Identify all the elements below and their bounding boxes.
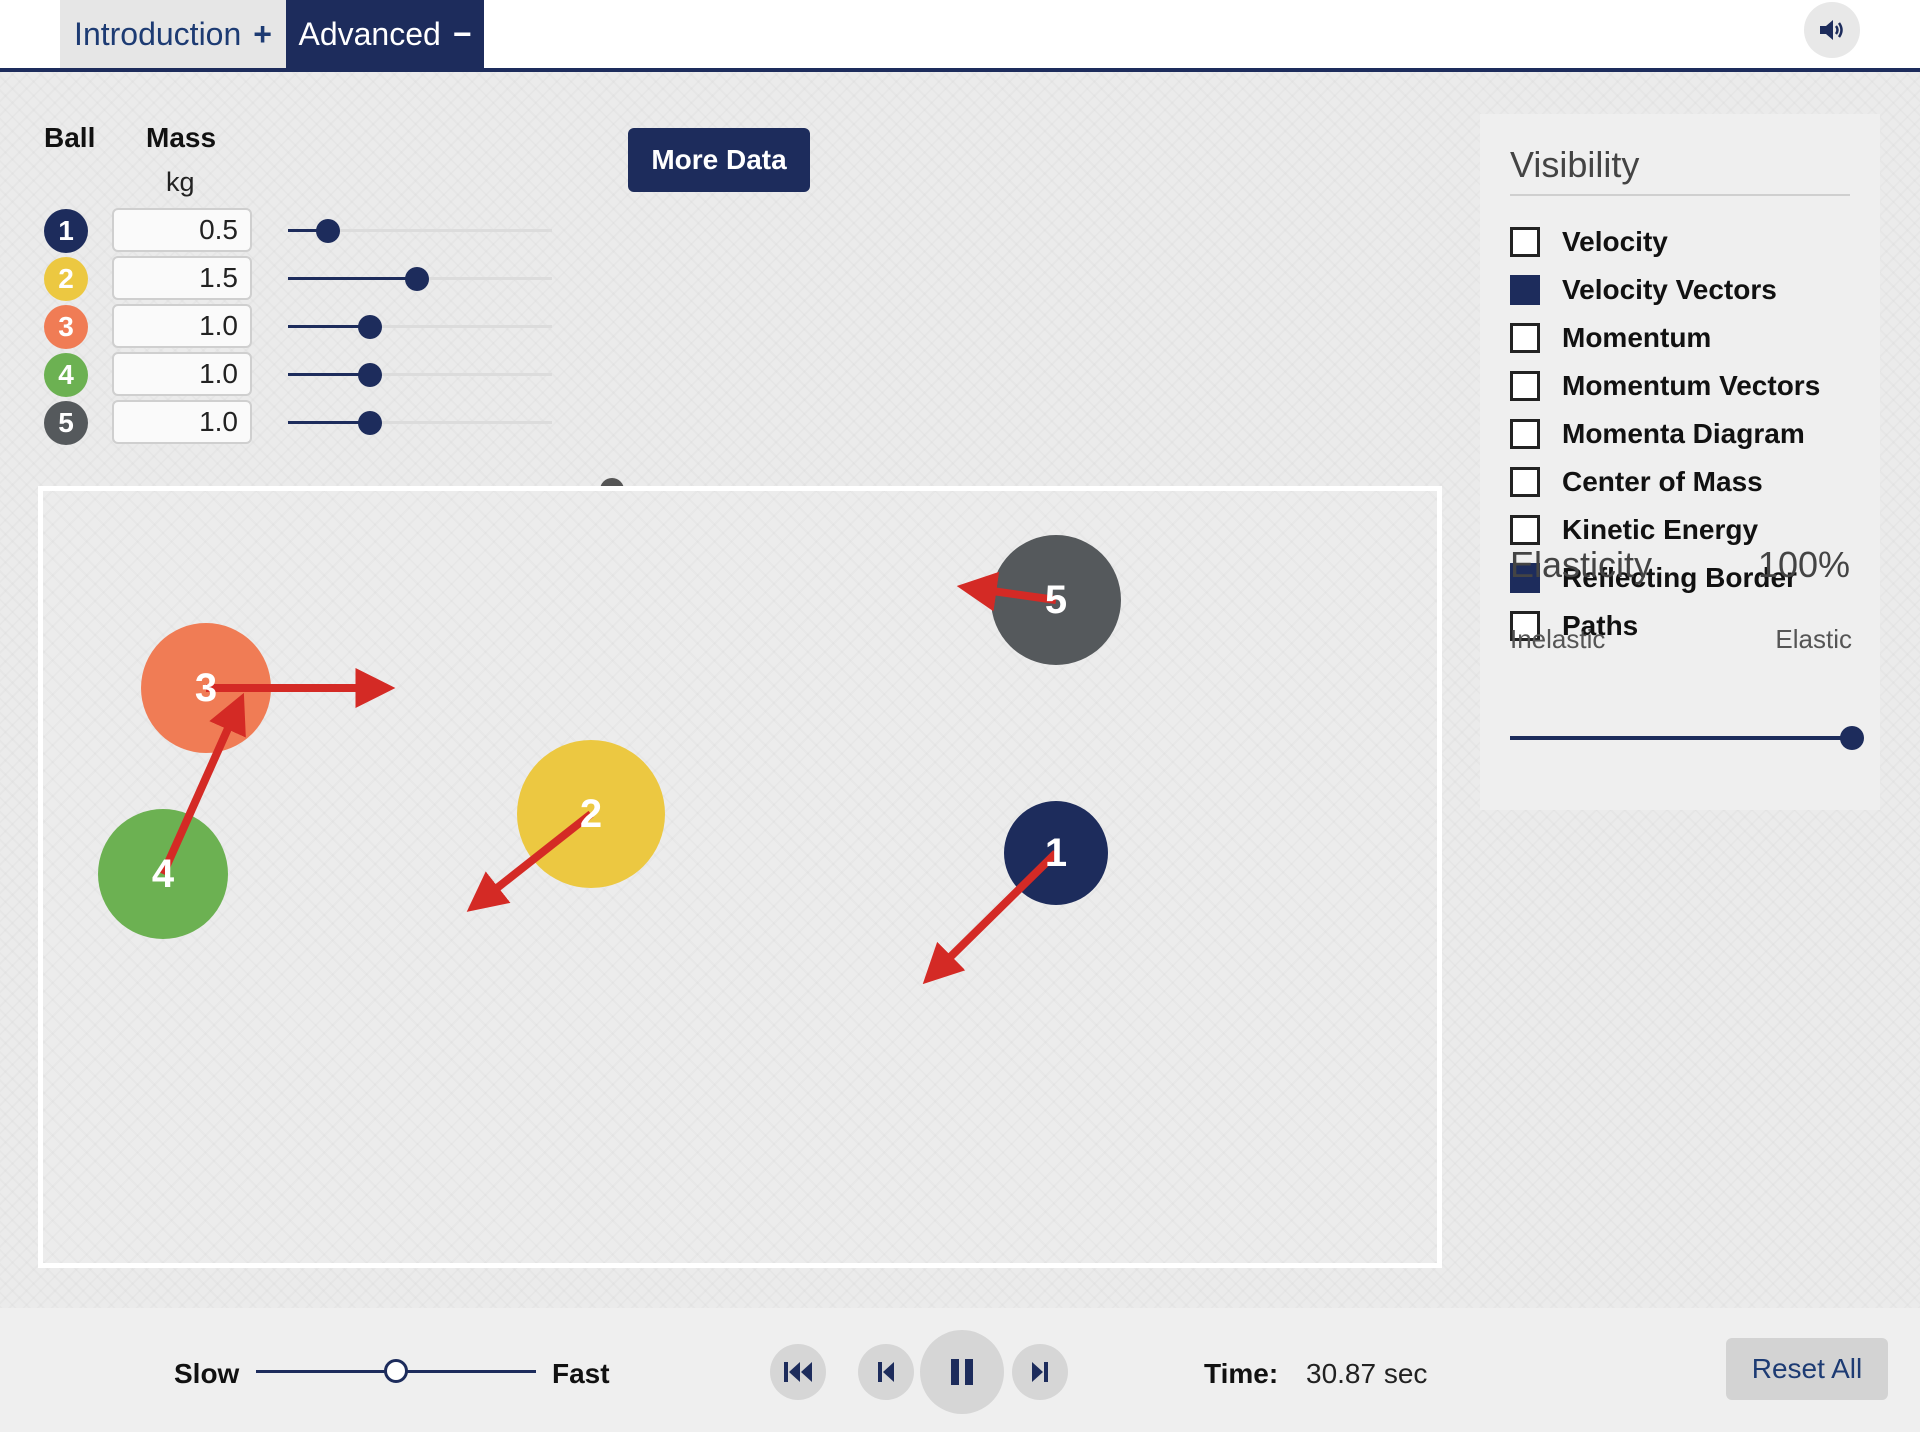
mass-input-ball-3[interactable] xyxy=(112,304,252,348)
ball-2-label: 2 xyxy=(580,792,602,836)
mass-input-ball-4[interactable] xyxy=(112,352,252,396)
more-data-button[interactable]: More Data xyxy=(628,128,810,192)
pause-icon xyxy=(951,1359,973,1385)
checkbox-label: Momenta Diagram xyxy=(1562,418,1805,449)
checkbox-kinetic-energy[interactable]: Kinetic Energy xyxy=(1510,512,1860,548)
checkbox-box[interactable] xyxy=(1510,467,1540,497)
checkbox-label: Velocity xyxy=(1562,226,1668,257)
mass-slider-thumb[interactable] xyxy=(357,411,382,435)
ball-1-label: 1 xyxy=(1045,831,1067,875)
ball-badge-2: 2 xyxy=(44,257,88,301)
velocity-vector-ball-1[interactable] xyxy=(922,850,1059,985)
top-nav-bar: Introduction + Advanced − xyxy=(0,0,1920,72)
mass-slider-thumb[interactable] xyxy=(405,267,430,291)
step-back-icon xyxy=(878,1362,894,1382)
elasticity-label: Elasticity xyxy=(1510,544,1653,585)
mass-input-ball-1[interactable] xyxy=(112,208,252,252)
checkbox-label: Center of Mass xyxy=(1562,466,1763,497)
mass-slider-thumb[interactable] xyxy=(357,363,382,387)
time-label: Time: xyxy=(1204,1358,1279,1389)
checkbox-label: Kinetic Energy xyxy=(1562,514,1759,545)
mass-slider-ball-5[interactable] xyxy=(288,411,552,435)
mass-slider-thumb[interactable] xyxy=(357,315,382,339)
reset-all-button[interactable]: Reset All xyxy=(1726,1338,1888,1400)
visibility-title: Visibility xyxy=(1510,144,1850,196)
mass-slider-ball-2[interactable] xyxy=(288,267,552,291)
mass-slider-thumb[interactable] xyxy=(315,219,340,243)
ball-badge-5: 5 xyxy=(44,401,88,445)
ball-badge-4: 4 xyxy=(44,353,88,397)
expand-icon: + xyxy=(253,15,272,52)
ball-5-label: 5 xyxy=(1045,578,1067,622)
checkbox-box[interactable] xyxy=(1510,323,1540,353)
pause-button[interactable] xyxy=(920,1330,1004,1414)
sound-icon xyxy=(1820,20,1843,40)
play-area-canvas: 3 4 2 5 1 xyxy=(98,535,1121,985)
checkbox-label: Velocity Vectors xyxy=(1562,274,1777,305)
ball-3-label: 3 xyxy=(195,666,217,710)
ball-column-header: Ball xyxy=(44,122,96,153)
ball-row-2: 2 xyxy=(0,256,620,301)
tab-introduction-label: Introduction xyxy=(74,15,242,52)
mass-slider-ball-3[interactable] xyxy=(288,315,552,339)
checkbox-box[interactable] xyxy=(1510,227,1540,257)
visibility-panel: Visibility Velocity Velocity Vectors Momen… xyxy=(1480,114,1880,810)
speed-slow-label: Slow xyxy=(174,1358,240,1389)
ball-row-5: 5 xyxy=(0,400,620,445)
checkbox-center-of-mass[interactable]: Center of Mass xyxy=(1510,464,1860,500)
elasticity-slider-thumb[interactable] xyxy=(1840,726,1864,750)
checkbox-label: Momentum Vectors xyxy=(1562,370,1821,401)
checkbox-label: Momentum xyxy=(1562,322,1712,353)
checkbox-box[interactable] xyxy=(1510,371,1540,401)
mass-input-ball-2[interactable] xyxy=(112,256,252,300)
checkbox-velocity-vectors[interactable]: Velocity Vectors xyxy=(1510,272,1860,308)
collapse-icon: − xyxy=(452,15,472,52)
tab-advanced-label: Advanced xyxy=(298,15,441,52)
elasticity-value: 100% xyxy=(1757,544,1850,585)
elasticity-slider-track[interactable] xyxy=(1510,736,1852,740)
checkbox-velocity[interactable]: Velocity xyxy=(1510,224,1860,260)
mass-slider-fill xyxy=(288,277,418,280)
tab-introduction[interactable]: Introduction + xyxy=(60,0,286,68)
rewind-button[interactable] xyxy=(770,1344,826,1400)
step-forward-icon xyxy=(1032,1362,1048,1382)
tab-advanced[interactable]: Advanced − xyxy=(286,0,484,68)
step-forward-button[interactable] xyxy=(1012,1344,1068,1400)
mass-input-ball-5[interactable] xyxy=(112,400,252,444)
sound-button[interactable] xyxy=(1804,2,1860,58)
elasticity-max-label: Elastic xyxy=(1775,624,1852,654)
bottom-control-bar: Slow Fast Time: 30.87 sec Reset All xyxy=(0,1308,1920,1432)
mass-slider-ball-4[interactable] xyxy=(288,363,552,387)
mass-unit-label: kg xyxy=(166,167,195,197)
checkbox-momentum-vectors[interactable]: Momentum Vectors xyxy=(1510,368,1860,404)
speed-slider-thumb[interactable] xyxy=(384,1359,408,1383)
ball-row-3: 3 xyxy=(0,304,620,349)
ball-row-4: 4 xyxy=(0,352,620,397)
step-back-button[interactable] xyxy=(858,1344,914,1400)
ball-4-label: 4 xyxy=(152,852,175,896)
play-area[interactable]: 3 4 2 5 1 xyxy=(38,486,1442,1268)
speed-fast-label: Fast xyxy=(552,1358,610,1389)
elasticity-min-label: Inelastic xyxy=(1510,624,1606,654)
checkbox-box[interactable] xyxy=(1510,275,1540,305)
checkbox-momentum[interactable]: Momentum xyxy=(1510,320,1860,356)
ball-row-1: 1 xyxy=(0,208,620,253)
checkbox-box[interactable] xyxy=(1510,419,1540,449)
ball-badge-1: 1 xyxy=(44,209,88,253)
checkbox-momenta-diagram[interactable]: Momenta Diagram xyxy=(1510,416,1860,452)
ball-badge-3: 3 xyxy=(44,305,88,349)
rewind-icon xyxy=(784,1362,812,1382)
mass-slider-ball-1[interactable] xyxy=(288,219,552,243)
main-area: Ball Mass kg 12345 More Data xyxy=(0,72,1920,1308)
checkbox-box[interactable] xyxy=(1510,515,1540,545)
mass-column-header: Mass xyxy=(146,122,217,153)
time-value: 30.87 sec xyxy=(1306,1358,1428,1389)
